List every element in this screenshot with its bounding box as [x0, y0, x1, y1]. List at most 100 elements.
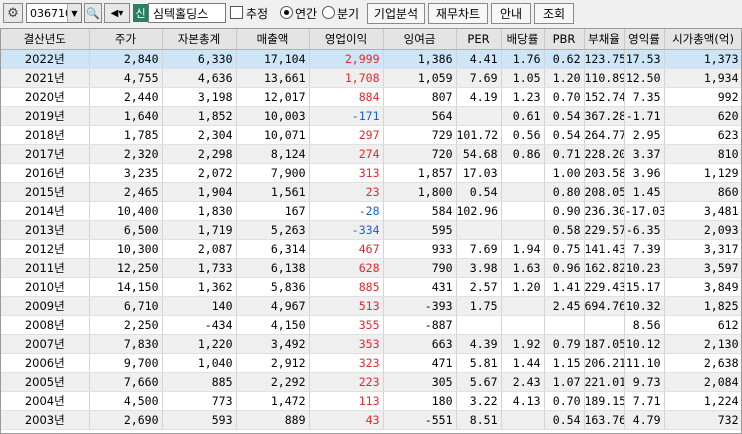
cell-retained-earnings: -887 [383, 315, 457, 335]
quarterly-radio[interactable] [322, 6, 335, 19]
cell-dividend-yield [501, 315, 545, 335]
cell-operating-margin: 15.17 [624, 277, 665, 297]
cell-debt-ratio: 229.43 [584, 277, 625, 297]
column-header-price[interactable]: 주가 [89, 29, 163, 50]
column-header-debt-ratio[interactable]: 부채율 [584, 29, 625, 50]
cell-debt-ratio: 152.74 [584, 87, 625, 107]
column-header-total-equity[interactable]: 자본총계 [162, 29, 237, 50]
cell-revenue: 3,492 [236, 334, 310, 354]
cell-market-cap: 2,638 [664, 353, 741, 373]
cell-price: 2,250 [89, 315, 163, 335]
cell-retained-earnings: 595 [383, 220, 457, 240]
cell-price: 4,755 [89, 68, 163, 88]
cell-debt-ratio: 110.89 [584, 68, 625, 88]
column-header-dividend-yield[interactable]: 배당률 [501, 29, 545, 50]
cell-revenue: 5,836 [236, 277, 310, 297]
cell-year: 2013년 [1, 220, 90, 240]
cell-dividend-yield [501, 296, 545, 316]
table-row[interactable]: 2010년 14,150 1,362 5,836 885 431 2.57 1.20 1.41 2… [1, 277, 741, 297]
cell-retained-earnings: 933 [383, 239, 457, 259]
annual-label: 연간 [295, 7, 318, 21]
speaker-icon[interactable]: ◀▾ [104, 3, 130, 23]
table-row[interactable]: 2009년 6,710 140 4,967 513 -393 1.75 2.45 694.76 1… [1, 296, 741, 316]
column-header-market-cap[interactable]: 시가총액(억) [664, 29, 741, 50]
table-row[interactable]: 2020년 2,440 3,198 12,017 884 807 4.19 1.23 0.70 1… [1, 87, 741, 107]
cell-operating-profit: 113 [309, 391, 384, 411]
table-header-row: 결산년도 주가 자본총계 매출액 영업이익 잉여금 PER 배당률 PBR 부채율 영익률 시가총액(… [1, 29, 741, 50]
cell-operating-margin: 17.53 [624, 49, 665, 69]
cell-dividend-yield [501, 220, 545, 240]
cell-debt-ratio: 163.76 [584, 410, 625, 430]
cell-operating-profit: 355 [309, 315, 384, 335]
cell-revenue: 17,104 [236, 49, 310, 69]
cell-revenue: 10,071 [236, 125, 310, 145]
column-header-per[interactable]: PER [456, 29, 502, 50]
cell-total-equity: 1,719 [162, 220, 237, 240]
cell-pbr: 0.54 [544, 106, 585, 126]
query-button[interactable]: 조회 [534, 3, 574, 24]
table-row[interactable]: 2017년 2,320 2,298 8,124 274 720 54.68 0.86 0.71 2… [1, 144, 741, 164]
table-row[interactable]: 2021년 4,755 4,636 13,661 1,708 1,059 7.69 1.05 1… [1, 68, 741, 88]
table-row[interactable]: 2008년 2,250 -434 4,150 355 -887 8.56 612 [1, 315, 741, 335]
stock-code-input[interactable]: 036710 ▼ [26, 3, 82, 23]
cell-year: 2017년 [1, 144, 90, 164]
table-row[interactable]: 2003년 2,690 593 889 43 -551 8.51 0.54 163.76 4.79… [1, 410, 741, 430]
cell-debt-ratio: 203.58 [584, 163, 625, 183]
financial-grid[interactable]: 결산년도 주가 자본총계 매출액 영업이익 잉여금 PER 배당률 PBR 부채율 영익률 시가총액(… [0, 28, 742, 434]
search-icon[interactable]: 🔍 [84, 3, 102, 23]
table-row[interactable]: 2019년 1,640 1,852 10,003 -171 564 0.61 0.54 367.… [1, 106, 741, 126]
financial-chart-button[interactable]: 재무차트 [428, 3, 488, 24]
column-header-revenue[interactable]: 매출액 [236, 29, 310, 50]
cell-total-equity: 6,330 [162, 49, 237, 69]
cell-retained-earnings: 729 [383, 125, 457, 145]
table-row[interactable]: 2011년 12,250 1,733 6,138 628 790 3.98 1.63 0.96 1… [1, 258, 741, 278]
cell-total-equity: 1,904 [162, 182, 237, 202]
cell-retained-earnings: 1,857 [383, 163, 457, 183]
company-analysis-button[interactable]: 기업분석 [367, 3, 425, 24]
cell-price: 7,830 [89, 334, 163, 354]
guide-button[interactable]: 안내 [491, 3, 531, 24]
cell-revenue: 8,124 [236, 144, 310, 164]
cell-operating-profit: 884 [309, 87, 384, 107]
estimate-checkbox[interactable] [230, 6, 243, 19]
table-row[interactable]: 2004년 4,500 773 1,472 113 180 3.22 4.13 0.70 189.… [1, 391, 741, 411]
column-header-year[interactable]: 결산년도 [1, 29, 90, 50]
cell-debt-ratio: 228.20 [584, 144, 625, 164]
cell-operating-margin: -1.71 [624, 106, 665, 126]
cell-retained-earnings: 663 [383, 334, 457, 354]
table-row[interactable]: 2012년 10,300 2,087 6,314 467 933 7.69 1.94 0.75 1… [1, 239, 741, 259]
cell-retained-earnings: 564 [383, 106, 457, 126]
table-row[interactable]: 2018년 1,785 2,304 10,071 297 729 101.72 0.56 0.5… [1, 125, 741, 145]
cell-dividend-yield: 1.23 [501, 87, 545, 107]
table-row[interactable]: 2022년 2,840 6,330 17,104 2,999 1,386 4.41 1.76 0… [1, 49, 741, 69]
table-row[interactable]: 2014년 10,400 1,830 167 -28 584 102.96 0.90 236.3… [1, 201, 741, 221]
annual-radio[interactable] [280, 6, 293, 19]
column-header-operating-profit[interactable]: 영업이익 [309, 29, 384, 50]
cell-per: 102.96 [456, 201, 502, 221]
cell-operating-profit: 23 [309, 182, 384, 202]
cell-per: 7.69 [456, 68, 502, 88]
cell-operating-margin: 3.37 [624, 144, 665, 164]
table-row[interactable]: 2015년 2,465 1,904 1,561 23 1,800 0.54 0.80 208.0… [1, 182, 741, 202]
column-header-retained-earnings[interactable]: 잉여금 [383, 29, 457, 50]
stock-name-field[interactable]: 심텍홀딩스 [148, 3, 226, 23]
cell-market-cap: 3,317 [664, 239, 741, 259]
table-row[interactable]: 2005년 7,660 885 2,292 223 305 5.67 2.43 1.07 221.… [1, 372, 741, 392]
table-row[interactable]: 2016년 3,235 2,072 7,900 313 1,857 17.03 1.00 203… [1, 163, 741, 183]
settings-gear-icon[interactable]: ⚙ [3, 3, 23, 23]
cell-revenue: 1,472 [236, 391, 310, 411]
cell-market-cap: 860 [664, 182, 741, 202]
column-header-pbr[interactable]: PBR [544, 29, 585, 50]
cell-market-cap: 612 [664, 315, 741, 335]
cell-retained-earnings: 720 [383, 144, 457, 164]
table-row[interactable]: 2013년 6,500 1,719 5,263 -334 595 0.58 229.57 -6.… [1, 220, 741, 240]
cell-pbr: 0.90 [544, 201, 585, 221]
cell-operating-margin: 3.96 [624, 163, 665, 183]
column-header-operating-margin[interactable]: 영익률 [624, 29, 665, 50]
table-row[interactable]: 2007년 7,830 1,220 3,492 353 663 4.39 1.92 0.79 18… [1, 334, 741, 354]
table-row[interactable]: 2006년 9,700 1,040 2,912 323 471 5.81 1.44 1.15 20… [1, 353, 741, 373]
cell-operating-profit: 313 [309, 163, 384, 183]
cell-dividend-yield: 1.76 [501, 49, 545, 69]
chevron-down-icon[interactable]: ▼ [67, 4, 81, 22]
cell-dividend-yield [501, 201, 545, 221]
